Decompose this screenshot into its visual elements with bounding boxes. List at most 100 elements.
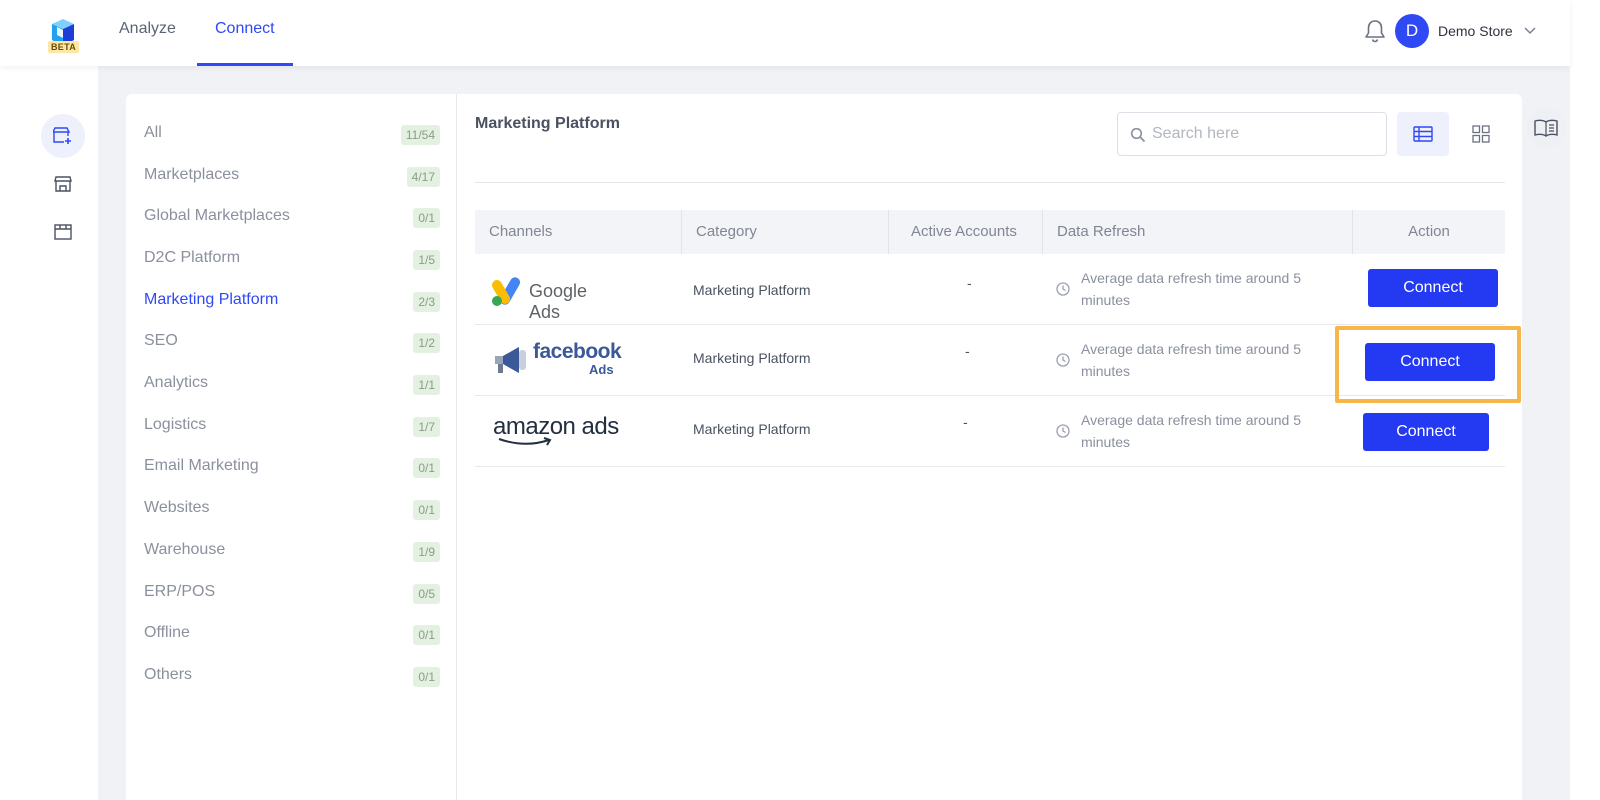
- bell-icon[interactable]: [1363, 18, 1387, 44]
- cell-active-accounts: -: [967, 275, 972, 291]
- category-websites[interactable]: Websites 0/1: [144, 495, 440, 525]
- category-marketing-platform[interactable]: Marketing Platform 2/3: [144, 287, 440, 317]
- focus-highlight: [1335, 326, 1521, 403]
- tab-connect[interactable]: Connect: [197, 0, 293, 66]
- column-data-refresh: Data Refresh: [1042, 210, 1352, 254]
- google-ads-icon: [492, 277, 520, 306]
- rail-store[interactable]: [41, 162, 85, 206]
- facebook-wordmark: facebook: [533, 340, 622, 363]
- cell-data-refresh: Average data refresh time around 5 minut…: [1081, 341, 1301, 379]
- list-view-button[interactable]: [1397, 112, 1449, 156]
- table-row: Google Ads Marketing Platform - Average …: [475, 255, 1505, 325]
- category-seo[interactable]: SEO 1/2: [144, 328, 440, 358]
- rail-add-store[interactable]: [41, 114, 85, 158]
- category-label: Warehouse: [144, 541, 226, 558]
- search-input[interactable]: [1152, 113, 1382, 155]
- docs-button[interactable]: [1526, 108, 1566, 148]
- category-count: 1/5: [413, 250, 440, 270]
- connect-google-ads-button[interactable]: Connect: [1368, 269, 1498, 307]
- category-erp-pos[interactable]: ERP/POS 0/5: [144, 579, 440, 609]
- top-bar: BETA Analyze Connect D Demo Store: [0, 0, 1570, 66]
- list-view-icon: [1413, 126, 1433, 142]
- category-count: 2/3: [413, 292, 440, 312]
- category-label: Global Marketplaces: [144, 207, 290, 224]
- category-label: All: [144, 124, 162, 141]
- clock-icon: [1056, 282, 1070, 296]
- search-box[interactable]: [1117, 112, 1387, 156]
- category-label: Marketplaces: [144, 166, 240, 183]
- cell-active-accounts: -: [965, 343, 970, 359]
- category-label: Analytics: [144, 374, 209, 391]
- category-count: 0/1: [413, 667, 440, 687]
- warehouse-icon: [54, 224, 72, 240]
- column-channels: Channels: [489, 223, 553, 240]
- table-row: amazon ads Marketing Platform - Average …: [475, 397, 1505, 467]
- category-label: Email Marketing: [144, 457, 259, 474]
- category-count: 11/54: [400, 125, 440, 145]
- amazon-ads-logo: amazon ads: [493, 413, 623, 449]
- cell-category: Marketing Platform: [693, 350, 811, 366]
- search-icon: [1130, 127, 1146, 143]
- category-label: Logistics: [144, 416, 207, 433]
- category-list: All 11/54 Marketplaces 4/17 Global Marketp…: [126, 94, 457, 800]
- category-label: Offline: [144, 624, 190, 641]
- category-count: 1/9: [413, 542, 440, 562]
- cell-category: Marketing Platform: [693, 421, 811, 437]
- category-label: SEO: [144, 332, 178, 349]
- category-count: 1/2: [413, 333, 440, 353]
- category-logistics[interactable]: Logistics 1/7: [144, 412, 440, 442]
- category-count: 0/1: [413, 208, 440, 228]
- clock-icon: [1056, 424, 1070, 438]
- page-title: Marketing Platform: [475, 115, 620, 132]
- amazon-smile-icon: [498, 437, 552, 446]
- avatar[interactable]: D: [1395, 14, 1429, 48]
- chevron-down-icon[interactable]: [1522, 22, 1538, 38]
- category-count: 0/5: [413, 584, 440, 604]
- category-label: Websites: [144, 499, 210, 516]
- google-ads-wordmark: Google Ads: [529, 281, 588, 322]
- facebook-ads-logo: facebook Ads: [493, 340, 623, 380]
- rail-warehouse[interactable]: [41, 210, 85, 254]
- category-global-marketplaces[interactable]: Global Marketplaces 0/1: [144, 203, 440, 233]
- column-active-accounts: Active Accounts: [888, 210, 1042, 254]
- header-divider: [475, 182, 1505, 183]
- category-analytics[interactable]: Analytics 1/1: [144, 370, 440, 400]
- cell-data-refresh: Average data refresh time around 5 minut…: [1081, 270, 1301, 308]
- category-warehouse[interactable]: Warehouse 1/9: [144, 537, 440, 567]
- category-label: D2C Platform: [144, 249, 241, 266]
- grid-view-button[interactable]: [1455, 112, 1507, 156]
- category-count: 0/1: [413, 458, 440, 478]
- grid-view-icon: [1472, 125, 1490, 143]
- cell-category: Marketing Platform: [693, 282, 811, 298]
- category-count: 1/7: [413, 417, 440, 437]
- category-count: 4/17: [406, 167, 440, 187]
- megaphone-icon: [495, 347, 526, 373]
- facebook-ads-subtitle: Ads: [589, 362, 614, 377]
- google-ads-logo: Google Ads: [491, 275, 621, 322]
- book-icon: [1534, 119, 1558, 137]
- left-rail: [0, 66, 98, 800]
- category-others[interactable]: Others 0/1: [144, 662, 440, 692]
- category-email-marketing[interactable]: Email Marketing 0/1: [144, 453, 440, 483]
- category-d2c-platform[interactable]: D2C Platform 1/5: [144, 245, 440, 275]
- category-marketplaces[interactable]: Marketplaces 4/17: [144, 162, 440, 192]
- category-all[interactable]: All 11/54: [144, 120, 440, 150]
- beta-badge: BETA: [48, 41, 80, 53]
- cell-data-refresh: Average data refresh time around 5 minut…: [1081, 412, 1301, 450]
- category-offline[interactable]: Offline 0/1: [144, 620, 440, 650]
- store-icon: [54, 176, 72, 192]
- clock-icon: [1056, 353, 1070, 367]
- store-name[interactable]: Demo Store: [1438, 23, 1513, 39]
- column-category: Category: [681, 210, 887, 254]
- category-label: ERP/POS: [144, 583, 216, 600]
- category-count: 0/1: [413, 500, 440, 520]
- category-label: Others: [144, 666, 193, 683]
- category-label: Marketing Platform: [144, 291, 279, 308]
- category-count: 0/1: [413, 625, 440, 645]
- connect-amazon-ads-button[interactable]: Connect: [1363, 413, 1489, 451]
- cell-active-accounts: -: [963, 414, 968, 430]
- table-header: Channels Category Active Accounts Data R…: [475, 210, 1505, 254]
- category-count: 1/1: [413, 375, 440, 395]
- tab-analyze[interactable]: Analyze: [101, 0, 194, 66]
- column-action: Action: [1352, 210, 1505, 254]
